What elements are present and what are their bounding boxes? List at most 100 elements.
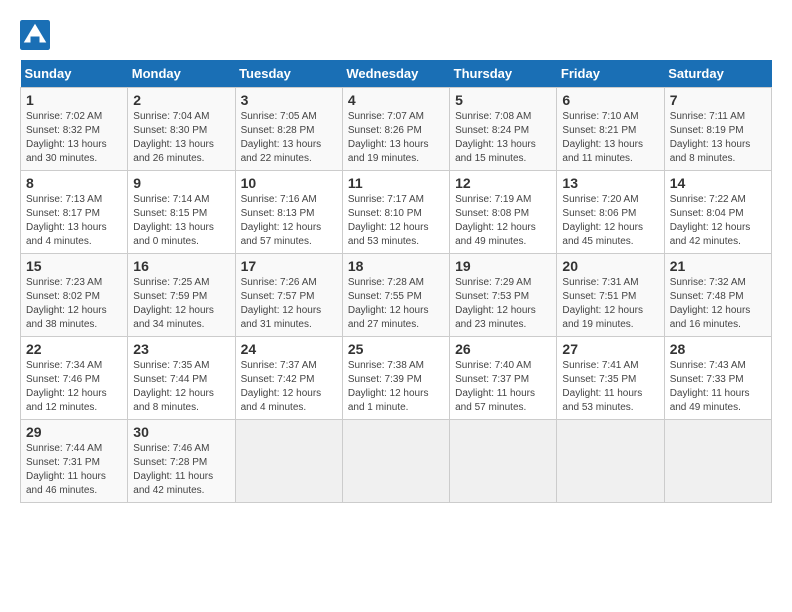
day-info: Sunrise: 7:41 AMSunset: 7:35 PMDaylight:… xyxy=(562,360,642,413)
day-info: Sunrise: 7:17 AMSunset: 8:10 PMDaylight:… xyxy=(348,194,429,247)
day-info: Sunrise: 7:08 AMSunset: 8:24 PMDaylight:… xyxy=(455,111,536,164)
weekday-header: Thursday xyxy=(450,60,557,88)
calendar-cell: 8 Sunrise: 7:13 AMSunset: 8:17 PMDayligh… xyxy=(21,171,128,254)
day-info: Sunrise: 7:02 AMSunset: 8:32 PMDaylight:… xyxy=(26,111,107,164)
day-info: Sunrise: 7:34 AMSunset: 7:46 PMDaylight:… xyxy=(26,360,107,413)
day-number: 9 xyxy=(133,175,229,191)
logo xyxy=(20,20,54,50)
weekday-header: Wednesday xyxy=(342,60,449,88)
day-number: 24 xyxy=(241,341,337,357)
day-info: Sunrise: 7:37 AMSunset: 7:42 PMDaylight:… xyxy=(241,360,322,413)
calendar-cell: 1 Sunrise: 7:02 AMSunset: 8:32 PMDayligh… xyxy=(21,88,128,171)
day-number: 18 xyxy=(348,258,444,274)
day-info: Sunrise: 7:29 AMSunset: 7:53 PMDaylight:… xyxy=(455,277,536,330)
calendar-cell: 7 Sunrise: 7:11 AMSunset: 8:19 PMDayligh… xyxy=(664,88,771,171)
day-info: Sunrise: 7:07 AMSunset: 8:26 PMDaylight:… xyxy=(348,111,429,164)
calendar-cell xyxy=(235,420,342,503)
day-info: Sunrise: 7:38 AMSunset: 7:39 PMDaylight:… xyxy=(348,360,429,413)
day-number: 14 xyxy=(670,175,766,191)
weekday-header: Saturday xyxy=(664,60,771,88)
calendar-cell: 18 Sunrise: 7:28 AMSunset: 7:55 PMDaylig… xyxy=(342,254,449,337)
day-number: 12 xyxy=(455,175,551,191)
day-number: 20 xyxy=(562,258,658,274)
calendar-cell xyxy=(450,420,557,503)
day-info: Sunrise: 7:35 AMSunset: 7:44 PMDaylight:… xyxy=(133,360,214,413)
day-number: 28 xyxy=(670,341,766,357)
calendar-cell: 14 Sunrise: 7:22 AMSunset: 8:04 PMDaylig… xyxy=(664,171,771,254)
day-number: 22 xyxy=(26,341,122,357)
calendar-cell: 21 Sunrise: 7:32 AMSunset: 7:48 PMDaylig… xyxy=(664,254,771,337)
calendar-cell: 4 Sunrise: 7:07 AMSunset: 8:26 PMDayligh… xyxy=(342,88,449,171)
calendar-cell: 12 Sunrise: 7:19 AMSunset: 8:08 PMDaylig… xyxy=(450,171,557,254)
day-number: 6 xyxy=(562,92,658,108)
weekday-header: Sunday xyxy=(21,60,128,88)
day-number: 7 xyxy=(670,92,766,108)
day-info: Sunrise: 7:05 AMSunset: 8:28 PMDaylight:… xyxy=(241,111,322,164)
day-number: 3 xyxy=(241,92,337,108)
day-number: 25 xyxy=(348,341,444,357)
day-info: Sunrise: 7:16 AMSunset: 8:13 PMDaylight:… xyxy=(241,194,322,247)
day-number: 26 xyxy=(455,341,551,357)
day-info: Sunrise: 7:13 AMSunset: 8:17 PMDaylight:… xyxy=(26,194,107,247)
calendar-cell: 23 Sunrise: 7:35 AMSunset: 7:44 PMDaylig… xyxy=(128,337,235,420)
weekday-header: Monday xyxy=(128,60,235,88)
calendar-cell: 3 Sunrise: 7:05 AMSunset: 8:28 PMDayligh… xyxy=(235,88,342,171)
day-info: Sunrise: 7:14 AMSunset: 8:15 PMDaylight:… xyxy=(133,194,214,247)
day-number: 15 xyxy=(26,258,122,274)
day-number: 10 xyxy=(241,175,337,191)
day-info: Sunrise: 7:46 AMSunset: 7:28 PMDaylight:… xyxy=(133,443,213,496)
day-number: 19 xyxy=(455,258,551,274)
day-info: Sunrise: 7:32 AMSunset: 7:48 PMDaylight:… xyxy=(670,277,751,330)
day-info: Sunrise: 7:20 AMSunset: 8:06 PMDaylight:… xyxy=(562,194,643,247)
calendar-cell: 15 Sunrise: 7:23 AMSunset: 8:02 PMDaylig… xyxy=(21,254,128,337)
day-info: Sunrise: 7:23 AMSunset: 8:02 PMDaylight:… xyxy=(26,277,107,330)
day-number: 5 xyxy=(455,92,551,108)
calendar-cell: 24 Sunrise: 7:37 AMSunset: 7:42 PMDaylig… xyxy=(235,337,342,420)
calendar-cell: 11 Sunrise: 7:17 AMSunset: 8:10 PMDaylig… xyxy=(342,171,449,254)
day-number: 4 xyxy=(348,92,444,108)
calendar-table: SundayMondayTuesdayWednesdayThursdayFrid… xyxy=(20,60,772,503)
calendar-cell: 28 Sunrise: 7:43 AMSunset: 7:33 PMDaylig… xyxy=(664,337,771,420)
day-number: 16 xyxy=(133,258,229,274)
calendar-cell: 20 Sunrise: 7:31 AMSunset: 7:51 PMDaylig… xyxy=(557,254,664,337)
calendar-cell: 30 Sunrise: 7:46 AMSunset: 7:28 PMDaylig… xyxy=(128,420,235,503)
day-number: 8 xyxy=(26,175,122,191)
calendar-cell: 22 Sunrise: 7:34 AMSunset: 7:46 PMDaylig… xyxy=(21,337,128,420)
day-number: 29 xyxy=(26,424,122,440)
day-info: Sunrise: 7:26 AMSunset: 7:57 PMDaylight:… xyxy=(241,277,322,330)
calendar-cell: 26 Sunrise: 7:40 AMSunset: 7:37 PMDaylig… xyxy=(450,337,557,420)
calendar-cell xyxy=(664,420,771,503)
day-number: 1 xyxy=(26,92,122,108)
calendar-cell: 10 Sunrise: 7:16 AMSunset: 8:13 PMDaylig… xyxy=(235,171,342,254)
day-info: Sunrise: 7:10 AMSunset: 8:21 PMDaylight:… xyxy=(562,111,643,164)
calendar-cell: 2 Sunrise: 7:04 AMSunset: 8:30 PMDayligh… xyxy=(128,88,235,171)
calendar-cell: 6 Sunrise: 7:10 AMSunset: 8:21 PMDayligh… xyxy=(557,88,664,171)
calendar-cell: 17 Sunrise: 7:26 AMSunset: 7:57 PMDaylig… xyxy=(235,254,342,337)
day-number: 30 xyxy=(133,424,229,440)
day-number: 27 xyxy=(562,341,658,357)
day-number: 13 xyxy=(562,175,658,191)
calendar-cell: 5 Sunrise: 7:08 AMSunset: 8:24 PMDayligh… xyxy=(450,88,557,171)
calendar-cell: 19 Sunrise: 7:29 AMSunset: 7:53 PMDaylig… xyxy=(450,254,557,337)
logo-icon xyxy=(20,20,50,50)
day-info: Sunrise: 7:28 AMSunset: 7:55 PMDaylight:… xyxy=(348,277,429,330)
header xyxy=(20,20,772,50)
day-info: Sunrise: 7:25 AMSunset: 7:59 PMDaylight:… xyxy=(133,277,214,330)
day-number: 21 xyxy=(670,258,766,274)
calendar-cell: 25 Sunrise: 7:38 AMSunset: 7:39 PMDaylig… xyxy=(342,337,449,420)
calendar-cell xyxy=(557,420,664,503)
day-info: Sunrise: 7:19 AMSunset: 8:08 PMDaylight:… xyxy=(455,194,536,247)
calendar-cell: 29 Sunrise: 7:44 AMSunset: 7:31 PMDaylig… xyxy=(21,420,128,503)
day-info: Sunrise: 7:43 AMSunset: 7:33 PMDaylight:… xyxy=(670,360,750,413)
calendar-cell xyxy=(342,420,449,503)
day-number: 2 xyxy=(133,92,229,108)
day-info: Sunrise: 7:04 AMSunset: 8:30 PMDaylight:… xyxy=(133,111,214,164)
day-info: Sunrise: 7:40 AMSunset: 7:37 PMDaylight:… xyxy=(455,360,535,413)
calendar-cell: 16 Sunrise: 7:25 AMSunset: 7:59 PMDaylig… xyxy=(128,254,235,337)
weekday-header: Friday xyxy=(557,60,664,88)
day-number: 11 xyxy=(348,175,444,191)
weekday-header: Tuesday xyxy=(235,60,342,88)
calendar-cell: 27 Sunrise: 7:41 AMSunset: 7:35 PMDaylig… xyxy=(557,337,664,420)
day-number: 23 xyxy=(133,341,229,357)
calendar-cell: 9 Sunrise: 7:14 AMSunset: 8:15 PMDayligh… xyxy=(128,171,235,254)
